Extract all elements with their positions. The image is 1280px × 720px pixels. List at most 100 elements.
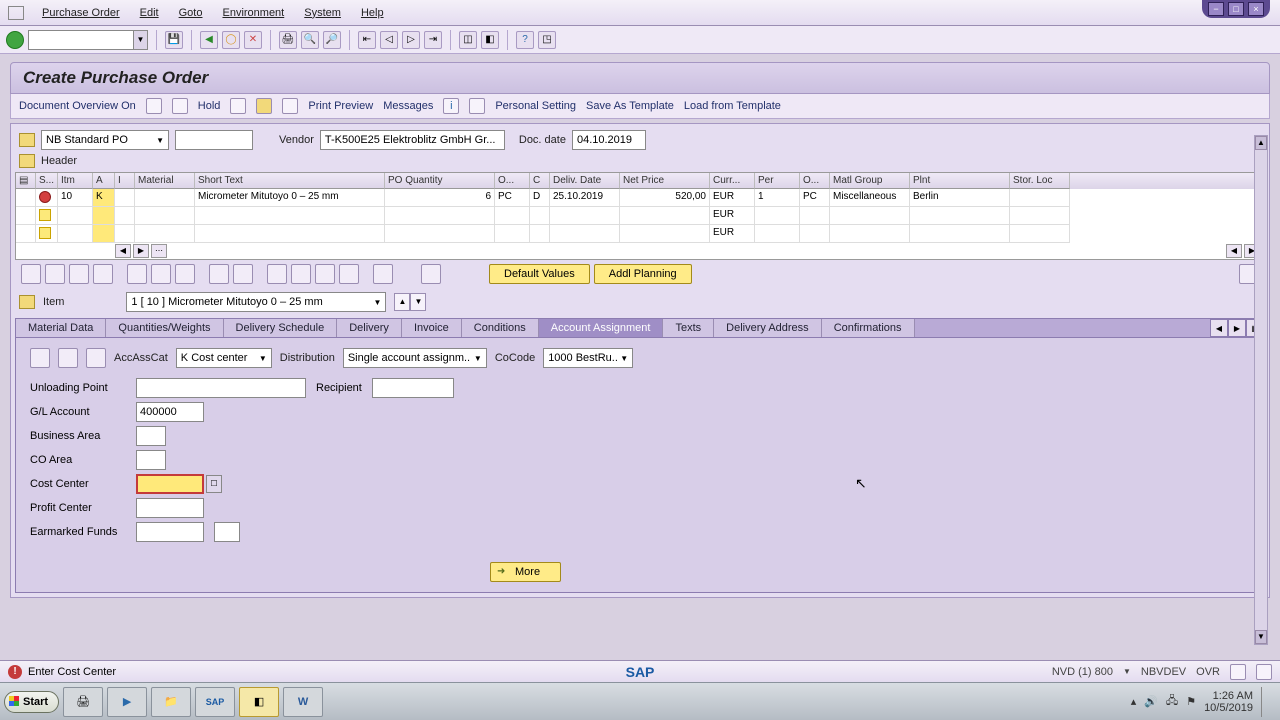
park-icon[interactable]	[230, 98, 246, 114]
header-label[interactable]: Header	[41, 155, 77, 167]
recipient-input[interactable]	[372, 378, 454, 398]
tab-scroll-right-icon[interactable]: ▶	[1228, 319, 1246, 337]
tray-clock[interactable]: 1:26 AM 10/5/2019	[1204, 690, 1253, 714]
tab-delivery-schedule[interactable]: Delivery Schedule	[224, 319, 338, 337]
taskbar-word-icon[interactable]: W	[283, 687, 323, 717]
menu-system[interactable]: System	[294, 7, 351, 19]
vertical-scrollbar[interactable]: ▲ ▼	[1254, 135, 1268, 645]
unloading-point-input[interactable]	[136, 378, 306, 398]
table-row[interactable]: EUR	[16, 225, 1264, 243]
personal-setting-button[interactable]: Personal Setting	[495, 100, 576, 112]
tab-conditions[interactable]: Conditions	[462, 319, 539, 337]
item-up-icon[interactable]: ▲	[394, 293, 410, 311]
find-icon[interactable]: 🔍	[301, 31, 319, 49]
col-delivdate[interactable]: Deliv. Date	[550, 173, 620, 189]
start-button[interactable]: Start	[4, 691, 59, 713]
cocode-select[interactable]: 1000 BestRu..▼	[543, 348, 633, 368]
scroll-left-icon[interactable]: ◀	[115, 244, 131, 258]
status-icon1[interactable]	[1230, 664, 1246, 680]
tray-show-desktop[interactable]	[1261, 687, 1268, 717]
tab-material-data[interactable]: Material Data	[16, 319, 106, 337]
config-icon[interactable]: ⋯	[151, 244, 167, 258]
cost-center-f4-icon[interactable]: ☐	[206, 475, 222, 493]
taskbar-printer-icon[interactable]: 🖨	[63, 687, 103, 717]
col-c[interactable]: C	[530, 173, 550, 189]
aa-table-icon[interactable]	[30, 348, 50, 368]
print-preview-button[interactable]: Print Preview	[308, 100, 373, 112]
other-po-icon[interactable]	[172, 98, 188, 114]
help-icon[interactable]: ?	[516, 31, 534, 49]
sort-desc-icon[interactable]	[233, 264, 253, 284]
next-page-icon[interactable]: ▷	[402, 31, 420, 49]
export-icon[interactable]	[373, 264, 393, 284]
print-preview-icon[interactable]	[282, 98, 298, 114]
status-system[interactable]: NVD (1) 800	[1052, 666, 1113, 678]
copy-icon[interactable]	[93, 264, 113, 284]
deselect-icon[interactable]	[69, 264, 89, 284]
detail-icon[interactable]	[21, 264, 41, 284]
cancel-icon[interactable]: ✕	[244, 31, 262, 49]
gl-account-input[interactable]	[136, 402, 204, 422]
taskbar-explorer-icon[interactable]: 📁	[151, 687, 191, 717]
col-expand[interactable]: ▤	[16, 173, 36, 189]
col-per[interactable]: Per	[755, 173, 800, 189]
col-stor[interactable]: Stor. Loc	[1010, 173, 1070, 189]
hold-button[interactable]: Hold	[198, 100, 221, 112]
earmarked-funds-item-input[interactable]	[214, 522, 240, 542]
status-icon2[interactable]	[1256, 664, 1272, 680]
distribution-select[interactable]: Single account assignm..▼	[343, 348, 487, 368]
folder-icon[interactable]	[19, 133, 35, 147]
tray-expand-icon[interactable]: ▴	[1131, 695, 1137, 708]
unlock-icon[interactable]	[175, 264, 195, 284]
aa-edit-icon[interactable]	[58, 348, 78, 368]
earmarked-funds-input[interactable]	[136, 522, 204, 542]
table-row[interactable]: 10 K Micrometer Mitutoyo 0 – 25 mm 6 PC …	[16, 189, 1264, 207]
prev-page-icon[interactable]: ◁	[380, 31, 398, 49]
command-field[interactable]: ▼	[28, 30, 148, 50]
close-button[interactable]: ×	[1248, 2, 1264, 16]
co-area-input[interactable]	[136, 450, 166, 470]
col-status[interactable]: S...	[36, 173, 58, 189]
subtotal-icon[interactable]	[315, 264, 335, 284]
tray-network-icon[interactable]: 🖧	[1166, 692, 1178, 711]
taskbar-powershell-icon[interactable]: ▶	[107, 687, 147, 717]
menu-environment[interactable]: Environment	[212, 7, 294, 19]
select-all-icon[interactable]	[45, 264, 65, 284]
col-itm[interactable]: Itm	[58, 173, 93, 189]
taskbar-sap-icon[interactable]: SAP	[195, 687, 235, 717]
col-shorttext[interactable]: Short Text	[195, 173, 385, 189]
col-curr[interactable]: Curr...	[710, 173, 755, 189]
col-a[interactable]: A	[93, 173, 115, 189]
profit-center-input[interactable]	[136, 498, 204, 518]
more-button[interactable]: More	[490, 562, 561, 582]
sort-asc-icon[interactable]	[209, 264, 229, 284]
menu-icon[interactable]	[8, 6, 24, 20]
enter-icon[interactable]	[6, 31, 24, 49]
default-values-button[interactable]: Default Values	[489, 264, 590, 284]
aa-copy-icon[interactable]	[86, 348, 106, 368]
doc-date-input[interactable]	[572, 130, 646, 150]
find-next-icon[interactable]: 🔎	[323, 31, 341, 49]
table-row[interactable]: EUR	[16, 207, 1264, 225]
tab-scroll-left-icon[interactable]: ◀	[1210, 319, 1228, 337]
item-down-icon[interactable]: ▼	[410, 293, 426, 311]
scroll-up-icon[interactable]: ▲	[1255, 136, 1267, 150]
cost-center-input[interactable]	[136, 474, 204, 494]
exit-icon[interactable]: ◯	[222, 31, 240, 49]
filter-icon[interactable]	[267, 264, 287, 284]
tab-confirmations[interactable]: Confirmations	[822, 319, 915, 337]
item-folder-icon[interactable]	[19, 295, 35, 309]
tab-invoice[interactable]: Invoice	[402, 319, 462, 337]
new-session-icon[interactable]: ◫	[459, 31, 477, 49]
load-from-template-button[interactable]: Load from Template	[684, 100, 781, 112]
col-material[interactable]: Material	[135, 173, 195, 189]
document-overview-button[interactable]: Document Overview On	[19, 100, 136, 112]
lock-icon[interactable]	[151, 264, 171, 284]
business-area-input[interactable]	[136, 426, 166, 446]
messages-button[interactable]: Messages	[383, 100, 433, 112]
doc-icon[interactable]	[421, 264, 441, 284]
tray-volume-icon[interactable]: 🔊	[1144, 695, 1158, 708]
document-type-select[interactable]: NB Standard PO▼	[41, 130, 169, 150]
col-netprice[interactable]: Net Price	[620, 173, 710, 189]
header-folder-icon[interactable]	[19, 154, 35, 168]
